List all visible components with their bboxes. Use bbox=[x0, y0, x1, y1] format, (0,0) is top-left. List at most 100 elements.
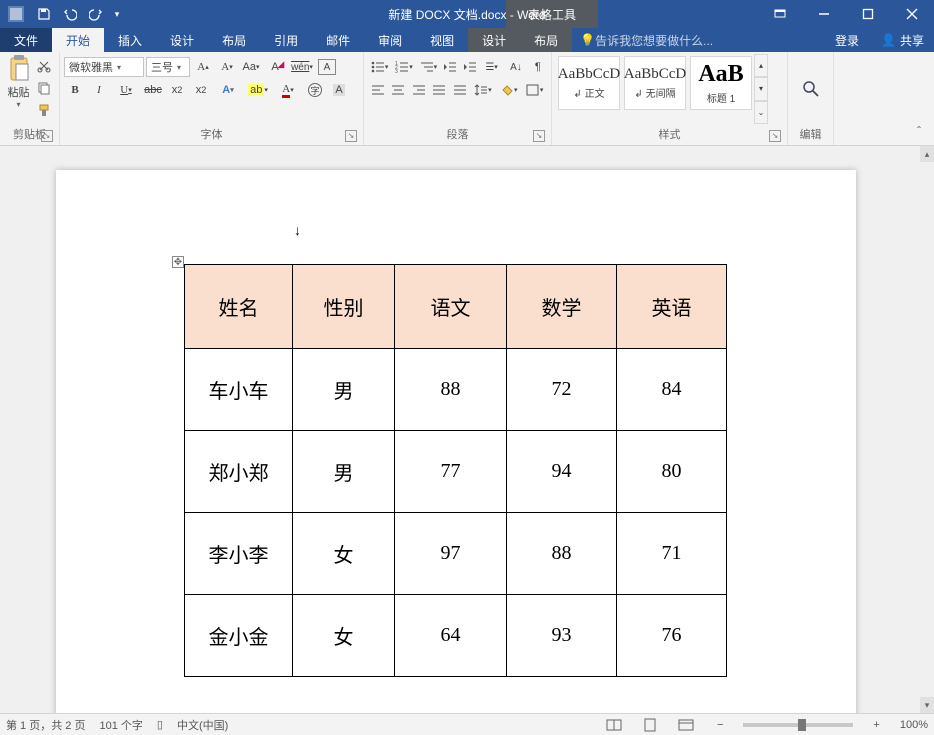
page-count-label[interactable]: 第 1 页，共 2 页 bbox=[6, 717, 85, 733]
tab-table-layout[interactable]: 布局 bbox=[520, 28, 572, 52]
word-count-label[interactable]: 101 个字 bbox=[99, 717, 142, 733]
dialog-launcher-icon[interactable]: ↘ bbox=[769, 130, 781, 142]
zoom-level-label[interactable]: 100% bbox=[900, 719, 928, 731]
table-cell[interactable]: 郑小郑 bbox=[185, 431, 293, 513]
scroll-down-button[interactable]: ▾ bbox=[920, 697, 934, 713]
redo-button[interactable] bbox=[84, 3, 108, 25]
bullets-button[interactable]: ▾ bbox=[368, 57, 391, 77]
phonetic-guide-button[interactable]: wén▾ bbox=[288, 57, 316, 77]
table-cell[interactable]: 97 bbox=[395, 513, 507, 595]
scroll-down-icon[interactable]: ▾ bbox=[754, 77, 768, 100]
change-case-button[interactable]: Aa▾ bbox=[240, 57, 262, 77]
format-painter-button[interactable] bbox=[33, 100, 55, 120]
numbering-button[interactable]: 123▾ bbox=[392, 57, 415, 77]
table-cell[interactable]: 男 bbox=[293, 349, 395, 431]
font-color-button[interactable]: A ▾ bbox=[274, 80, 302, 100]
grow-font-button[interactable]: A▴ bbox=[192, 57, 214, 77]
table-cell[interactable]: 84 bbox=[617, 349, 727, 431]
table-cell[interactable]: 80 bbox=[617, 431, 727, 513]
italic-button[interactable]: I bbox=[88, 80, 110, 100]
table-cell[interactable]: 女 bbox=[293, 595, 395, 677]
tab-file[interactable]: 文件 bbox=[0, 28, 52, 52]
tab-mailings[interactable]: 邮件 bbox=[312, 28, 364, 52]
show-marks-button[interactable]: ¶ bbox=[529, 57, 547, 77]
table-cell[interactable]: 94 bbox=[507, 431, 617, 513]
sign-in-button[interactable]: 登录 bbox=[823, 28, 871, 52]
table-cell[interactable]: 71 bbox=[617, 513, 727, 595]
table-header-cell[interactable]: 数学 bbox=[507, 265, 617, 349]
collapse-ribbon-button[interactable]: ˆ bbox=[908, 121, 930, 141]
customize-qat-button[interactable]: ▾ bbox=[110, 3, 124, 25]
align-left-button[interactable] bbox=[368, 80, 388, 100]
table-header-cell[interactable]: 姓名 bbox=[185, 265, 293, 349]
cut-button[interactable] bbox=[33, 56, 55, 76]
zoom-slider[interactable] bbox=[743, 723, 853, 727]
save-button[interactable] bbox=[32, 3, 56, 25]
scroll-up-icon[interactable]: ▴ bbox=[754, 54, 768, 77]
clear-formatting-button[interactable]: A◢ bbox=[264, 57, 286, 77]
ribbon-options-button[interactable] bbox=[758, 0, 802, 28]
shrink-font-button[interactable]: A▾ bbox=[216, 57, 238, 77]
table-cell[interactable]: 72 bbox=[507, 349, 617, 431]
style-normal[interactable]: AaBbCcD ↲ 正文 bbox=[558, 56, 620, 110]
subscript-button[interactable]: x2 bbox=[166, 80, 188, 100]
decrease-indent-button[interactable] bbox=[441, 57, 459, 77]
justify-button[interactable] bbox=[430, 80, 450, 100]
table-cell[interactable]: 金小金 bbox=[185, 595, 293, 677]
font-size-combo[interactable]: 三号▾ bbox=[146, 57, 190, 77]
table-cell[interactable]: 88 bbox=[395, 349, 507, 431]
tell-me-search[interactable]: 💡 告诉我您想要做什么... bbox=[572, 28, 727, 52]
table-cell[interactable]: 男 bbox=[293, 431, 395, 513]
character-border-button[interactable]: A bbox=[318, 59, 336, 75]
read-mode-button[interactable] bbox=[603, 716, 625, 734]
strikethrough-button[interactable]: abc bbox=[142, 80, 164, 100]
tab-references[interactable]: 引用 bbox=[260, 28, 312, 52]
dialog-launcher-icon[interactable]: ↘ bbox=[345, 130, 357, 142]
find-button[interactable] bbox=[801, 79, 821, 99]
page[interactable]: ↓ ✥ 姓名 性别 语文 数学 英语 车小车 男 88 72 84 郑小郑 男 … bbox=[56, 170, 856, 713]
table-header-cell[interactable]: 性别 bbox=[293, 265, 395, 349]
tab-home[interactable]: 开始 bbox=[52, 28, 104, 52]
spellcheck-button[interactable]: ▯ bbox=[157, 718, 163, 731]
paste-button[interactable]: 粘贴 ▾ bbox=[4, 54, 33, 124]
asian-layout-button[interactable]: ☰▾ bbox=[480, 57, 503, 77]
table-cell[interactable]: 76 bbox=[617, 595, 727, 677]
maximize-button[interactable] bbox=[846, 0, 890, 28]
tab-review[interactable]: 审阅 bbox=[364, 28, 416, 52]
sort-button[interactable]: A↓ bbox=[504, 57, 527, 77]
expand-gallery-icon[interactable]: ⌄ bbox=[754, 101, 768, 124]
table-header-cell[interactable]: 英语 bbox=[617, 265, 727, 349]
text-effects-button[interactable]: A ▾ bbox=[214, 80, 242, 100]
minimize-button[interactable] bbox=[802, 0, 846, 28]
dialog-launcher-icon[interactable]: ↘ bbox=[533, 130, 545, 142]
table-cell[interactable]: 李小李 bbox=[185, 513, 293, 595]
close-button[interactable] bbox=[890, 0, 934, 28]
underline-button[interactable]: U ▾ bbox=[112, 80, 140, 100]
shading-button[interactable]: ▾ bbox=[496, 80, 521, 100]
data-table[interactable]: 姓名 性别 语文 数学 英语 车小车 男 88 72 84 郑小郑 男 77 9… bbox=[184, 264, 727, 677]
borders-button[interactable]: ▾ bbox=[522, 80, 547, 100]
superscript-button[interactable]: x2 bbox=[190, 80, 212, 100]
language-label[interactable]: 中文(中国) bbox=[177, 717, 228, 733]
line-spacing-button[interactable]: ▾ bbox=[471, 80, 496, 100]
print-layout-button[interactable] bbox=[639, 716, 661, 734]
table-cell[interactable]: 女 bbox=[293, 513, 395, 595]
table-cell[interactable]: 93 bbox=[507, 595, 617, 677]
table-cell[interactable]: 88 bbox=[507, 513, 617, 595]
dialog-launcher-icon[interactable]: ↘ bbox=[41, 130, 53, 142]
table-cell[interactable]: 77 bbox=[395, 431, 507, 513]
font-name-combo[interactable]: 微软雅黑▾ bbox=[64, 57, 144, 77]
table-cell[interactable]: 64 bbox=[395, 595, 507, 677]
copy-button[interactable] bbox=[33, 78, 55, 98]
bold-button[interactable]: B bbox=[64, 80, 86, 100]
tab-table-design[interactable]: 设计 bbox=[468, 28, 520, 52]
align-center-button[interactable] bbox=[389, 80, 409, 100]
style-heading-1[interactable]: AaB 标题 1 bbox=[690, 56, 752, 110]
tab-design[interactable]: 设计 bbox=[156, 28, 208, 52]
vertical-scrollbar[interactable]: ▴ ▾ bbox=[920, 146, 934, 713]
distributed-button[interactable] bbox=[450, 80, 470, 100]
zoom-in-button[interactable]: + bbox=[867, 719, 885, 731]
enclose-characters-button[interactable]: 字 bbox=[304, 80, 326, 100]
style-no-spacing[interactable]: AaBbCcD ↲ 无间隔 bbox=[624, 56, 686, 110]
web-layout-button[interactable] bbox=[675, 716, 697, 734]
